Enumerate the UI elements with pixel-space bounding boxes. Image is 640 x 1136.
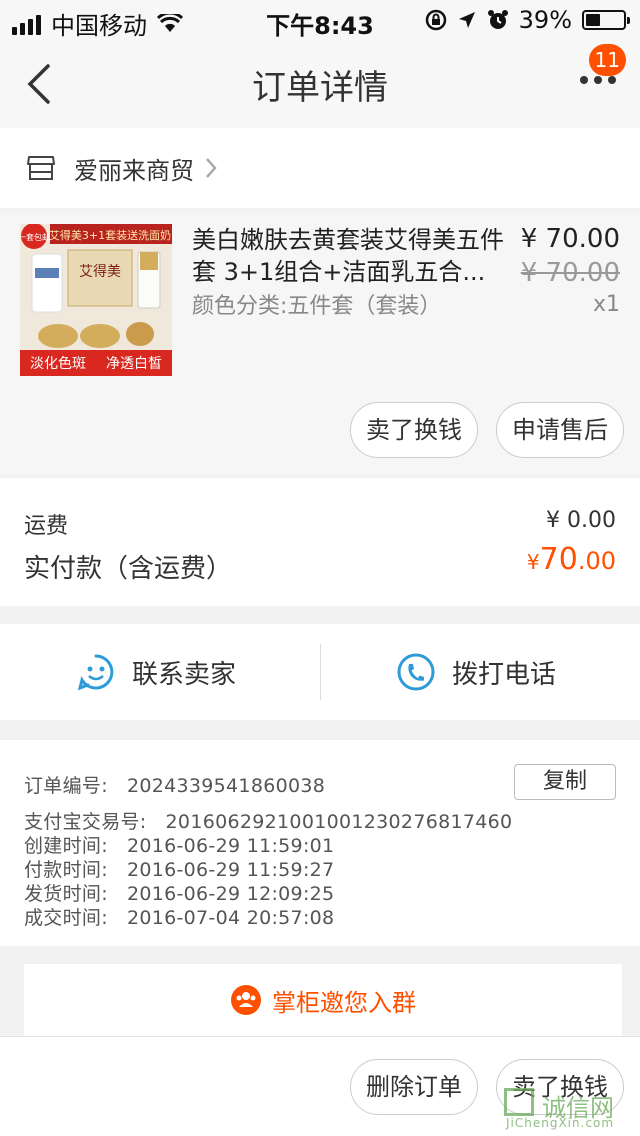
order-number-value: 2024339541860038 — [126, 775, 326, 797]
battery-percent: 39% — [518, 6, 572, 34]
price-original: ¥ 70.00 — [520, 258, 620, 288]
chevron-right-icon — [206, 158, 217, 178]
copy-button[interactable]: 复制 — [514, 764, 616, 800]
delete-order-button[interactable]: 删除订单 — [350, 1059, 478, 1115]
contact-row: 联系卖家 拨打电话 — [0, 624, 640, 720]
phone-icon — [397, 653, 435, 691]
image-bottom-text-1: 淡化色斑 — [30, 355, 86, 372]
shipped-value: 2016-06-29 12:09:25 — [126, 883, 335, 905]
paid-currency: ¥ — [526, 550, 540, 574]
contact-seller-button[interactable]: 联系卖家 — [76, 624, 236, 720]
shop-icon — [27, 156, 55, 180]
shop-row[interactable]: 爱丽来商贸 — [0, 128, 640, 208]
paid-value: ¥70.00 — [527, 542, 616, 577]
nav-bar: 订单详情 11 — [0, 40, 640, 128]
paid-time-row: 付款时间: 2016-06-29 11:59:27 — [24, 855, 334, 882]
image-corner-tag: 一套包邮 — [20, 232, 50, 242]
join-group-button[interactable]: 掌柜邀您入群 — [24, 964, 622, 1036]
product-image[interactable]: 艾得美3+1套装送洗面奶 一套包邮 艾得美 淡化色斑 净透白皙 — [20, 224, 172, 376]
image-banner-text: 艾得美3+1套装送洗面奶 — [49, 228, 171, 242]
paid-time-value: 2016-06-29 11:59:27 — [126, 859, 335, 881]
created-row: 创建时间: 2016-06-29 11:59:01 — [24, 831, 334, 858]
group-icon — [231, 985, 261, 1015]
watermark-logo-icon — [504, 1088, 534, 1116]
battery-icon — [582, 10, 630, 30]
product-photo: 艾得美3+1套装送洗面奶 一套包邮 艾得美 淡化色斑 净透白皙 — [20, 224, 172, 376]
quantity: x1 — [592, 292, 620, 317]
shipping-value: ¥ 0.00 — [546, 508, 616, 533]
orientation-lock-icon — [425, 9, 446, 31]
shop-name: 爱丽来商贸 — [74, 156, 194, 185]
alipay-label: 支付宝交易号: — [24, 811, 147, 833]
alarm-icon — [487, 10, 508, 29]
divider — [320, 644, 321, 700]
order-number-row: 订单编号: 2024339541860038 — [24, 771, 325, 798]
location-icon — [458, 12, 475, 28]
more-icon[interactable] — [580, 76, 616, 84]
watermark: 诚信网 JiChengXin.com — [502, 1086, 632, 1132]
status-right: 39% — [425, 6, 630, 34]
sell-for-cash-button[interactable]: 卖了换钱 — [350, 402, 478, 458]
created-value: 2016-06-29 11:59:01 — [126, 835, 335, 857]
shipping-label: 运费 — [24, 514, 69, 539]
order-number-label: 订单编号: — [24, 775, 108, 797]
image-brand-text: 艾得美 — [79, 263, 121, 280]
done-label: 成交时间: — [24, 907, 108, 929]
notification-badge: 11 — [588, 44, 626, 76]
fee-summary: 运费 ¥ 0.00 实付款（含运费） ¥70.00 — [0, 478, 640, 606]
paid-time-label: 付款时间: — [24, 859, 108, 881]
shipped-row: 发货时间: 2016-06-29 12:09:25 — [24, 879, 334, 906]
bottom-action-bar: 删除订单 卖了换钱 诚信网 JiChengXin.com — [0, 1036, 640, 1136]
done-row: 成交时间: 2016-07-04 20:57:08 — [24, 903, 334, 930]
contact-seller-label: 联系卖家 — [132, 659, 237, 690]
product-item[interactable]: 艾得美3+1套装送洗面奶 一套包邮 艾得美 淡化色斑 净透白皙 美白嫩肤去黄套装… — [0, 212, 640, 474]
price-current: ¥ 70.00 — [520, 224, 620, 254]
chat-smile-icon — [77, 654, 114, 691]
paid-amount-int: 70 — [539, 542, 578, 577]
created-label: 创建时间: — [24, 835, 108, 857]
after-sale-button[interactable]: 申请售后 — [496, 402, 624, 458]
alipay-value: 2016062921001001230276817460 — [165, 811, 513, 833]
order-info: 订单编号: 2024339541860038 复制 支付宝交易号: 201606… — [0, 740, 640, 946]
call-phone-button[interactable]: 拨打电话 — [396, 624, 556, 720]
join-group-label: 掌柜邀您入群 — [272, 988, 416, 1017]
image-bottom-text-2: 净透白皙 — [106, 356, 162, 372]
paid-amount-dec: .00 — [577, 547, 616, 575]
done-value: 2016-07-04 20:57:08 — [126, 907, 335, 929]
paid-label: 实付款（含运费） — [24, 554, 233, 584]
call-phone-label: 拨打电话 — [452, 659, 557, 690]
shipped-label: 发货时间: — [24, 883, 108, 905]
status-bar: 中国移动 下午8:43 39% — [0, 0, 640, 40]
page-title: 订单详情 — [252, 68, 388, 108]
product-sku: 颜色分类:五件套（套装） — [192, 294, 442, 319]
alipay-row: 支付宝交易号: 2016062921001001230276817460 — [24, 807, 512, 834]
product-title: 美白嫩肤去黄套装艾得美五件套 3+1组合+洁面乳五合... — [192, 226, 504, 286]
watermark-sub: JiChengXin.com — [506, 1116, 615, 1130]
